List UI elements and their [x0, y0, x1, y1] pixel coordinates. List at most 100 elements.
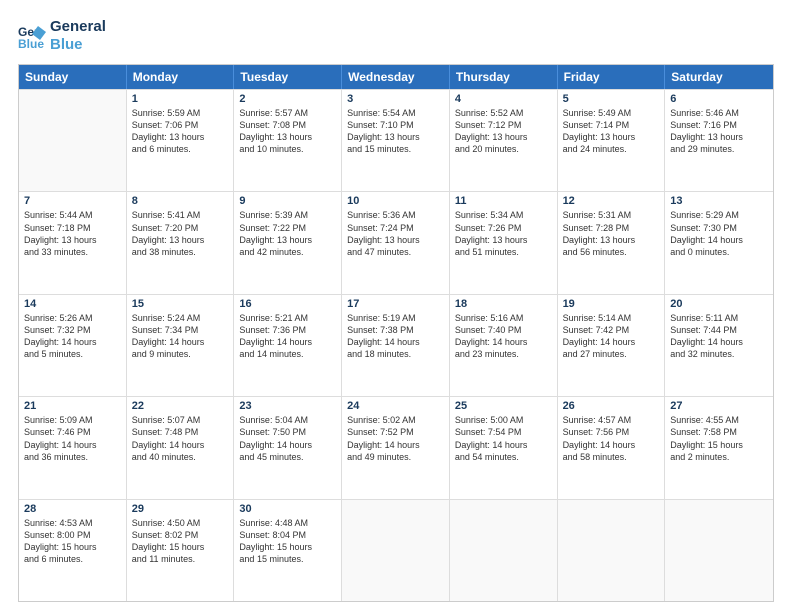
day-number: 27: [670, 400, 768, 412]
cell-info: Sunrise: 5:34 AMSunset: 7:26 PMDaylight:…: [455, 209, 552, 258]
day-number: 21: [24, 400, 121, 412]
weekday-header: Monday: [127, 65, 235, 89]
weekday-header: Saturday: [665, 65, 773, 89]
calendar-cell: 23 Sunrise: 5:04 AMSunset: 7:50 PMDayligh…: [234, 397, 342, 498]
day-number: 18: [455, 298, 552, 310]
cell-info: Sunrise: 5:11 AMSunset: 7:44 PMDaylight:…: [670, 312, 768, 361]
calendar-header: SundayMondayTuesdayWednesdayThursdayFrid…: [19, 65, 773, 89]
calendar-cell: 4 Sunrise: 5:52 AMSunset: 7:12 PMDaylight…: [450, 90, 558, 191]
day-number: 12: [563, 195, 660, 207]
calendar-cell: 21Sunrise: 5:09 AMSunset: 7:46 PMDayligh…: [19, 397, 127, 498]
cell-info: Sunrise: 5:16 AMSunset: 7:40 PMDaylight:…: [455, 312, 552, 361]
day-number: 17: [347, 298, 444, 310]
cell-info: Sunrise: 5:14 AMSunset: 7:42 PMDaylight:…: [563, 312, 660, 361]
cell-info: Sunrise: 5:07 AMSunset: 7:48 PMDaylight:…: [132, 414, 229, 463]
calendar-cell: [558, 500, 666, 601]
calendar-cell: 20 Sunrise: 5:11 AMSunset: 7:44 PMDayligh…: [665, 295, 773, 396]
logo-line2: Blue: [50, 36, 106, 54]
calendar-cell: 8 Sunrise: 5:41 AMSunset: 7:20 PMDaylight…: [127, 192, 235, 293]
cell-info: Sunrise: 5:54 AMSunset: 7:10 PMDaylight:…: [347, 107, 444, 156]
calendar: SundayMondayTuesdayWednesdayThursdayFrid…: [18, 64, 774, 602]
cell-info: Sunrise: 4:57 AMSunset: 7:56 PMDaylight:…: [563, 414, 660, 463]
day-number: 23: [239, 400, 336, 412]
header: Gen Blue General Blue: [18, 18, 774, 54]
cell-info: Sunrise: 5:52 AMSunset: 7:12 PMDaylight:…: [455, 107, 552, 156]
calendar-cell: 7 Sunrise: 5:44 AMSunset: 7:18 PMDaylight…: [19, 192, 127, 293]
day-number: 29: [132, 503, 229, 515]
logo: Gen Blue General Blue: [18, 18, 106, 54]
calendar-cell: 19 Sunrise: 5:14 AMSunset: 7:42 PMDayligh…: [558, 295, 666, 396]
calendar-row: 1Sunrise: 5:59 AMSunset: 7:06 PMDaylight…: [19, 89, 773, 191]
calendar-cell: 15 Sunrise: 5:24 AMSunset: 7:34 PMDayligh…: [127, 295, 235, 396]
calendar-cell: 16Sunrise: 5:21 AMSunset: 7:36 PMDayligh…: [234, 295, 342, 396]
day-number: 7: [24, 195, 121, 207]
logo-line1: General: [50, 18, 106, 36]
day-number: 20: [670, 298, 768, 310]
calendar-cell: 1Sunrise: 5:59 AMSunset: 7:06 PMDaylight…: [127, 90, 235, 191]
cell-info: Sunrise: 5:46 AMSunset: 7:16 PMDaylight:…: [670, 107, 768, 156]
calendar-cell: 13 Sunrise: 5:29 AMSunset: 7:30 PMDayligh…: [665, 192, 773, 293]
calendar-cell: 22 Sunrise: 5:07 AMSunset: 7:48 PMDayligh…: [127, 397, 235, 498]
cell-info: Sunrise: 5:29 AMSunset: 7:30 PMDaylight:…: [670, 209, 768, 258]
calendar-row: 7 Sunrise: 5:44 AMSunset: 7:18 PMDaylight…: [19, 191, 773, 293]
cell-info: Sunrise: 5:59 AMSunset: 7:06 PMDaylight:…: [132, 107, 229, 156]
calendar-cell: 2 Sunrise: 5:57 AMSunset: 7:08 PMDaylight…: [234, 90, 342, 191]
day-number: 24: [347, 400, 444, 412]
weekday-header: Wednesday: [342, 65, 450, 89]
cell-info: Sunrise: 4:48 AMSunset: 8:04 PMDaylight:…: [239, 517, 336, 566]
day-number: 15: [132, 298, 229, 310]
day-number: 5: [563, 93, 660, 105]
calendar-row: 21Sunrise: 5:09 AMSunset: 7:46 PMDayligh…: [19, 396, 773, 498]
day-number: 14: [24, 298, 121, 310]
cell-info: Sunrise: 5:02 AMSunset: 7:52 PMDaylight:…: [347, 414, 444, 463]
calendar-cell: 17 Sunrise: 5:19 AMSunset: 7:38 PMDayligh…: [342, 295, 450, 396]
calendar-cell: [665, 500, 773, 601]
day-number: 6: [670, 93, 768, 105]
day-number: 26: [563, 400, 660, 412]
calendar-cell: 9Sunrise: 5:39 AMSunset: 7:22 PMDaylight…: [234, 192, 342, 293]
day-number: 10: [347, 195, 444, 207]
calendar-cell: 10Sunrise: 5:36 AMSunset: 7:24 PMDayligh…: [342, 192, 450, 293]
day-number: 13: [670, 195, 768, 207]
cell-info: Sunrise: 5:39 AMSunset: 7:22 PMDaylight:…: [239, 209, 336, 258]
cell-info: Sunrise: 5:04 AMSunset: 7:50 PMDaylight:…: [239, 414, 336, 463]
calendar-cell: 11 Sunrise: 5:34 AMSunset: 7:26 PMDayligh…: [450, 192, 558, 293]
day-number: 11: [455, 195, 552, 207]
weekday-header: Friday: [558, 65, 666, 89]
weekday-header: Sunday: [19, 65, 127, 89]
cell-info: Sunrise: 5:31 AMSunset: 7:28 PMDaylight:…: [563, 209, 660, 258]
cell-info: Sunrise: 5:24 AMSunset: 7:34 PMDaylight:…: [132, 312, 229, 361]
calendar-row: 14 Sunrise: 5:26 AMSunset: 7:32 PMDayligh…: [19, 294, 773, 396]
calendar-cell: 3 Sunrise: 5:54 AMSunset: 7:10 PMDaylight…: [342, 90, 450, 191]
cell-info: Sunrise: 5:26 AMSunset: 7:32 PMDaylight:…: [24, 312, 121, 361]
day-number: 25: [455, 400, 552, 412]
cell-info: Sunrise: 4:55 AMSunset: 7:58 PMDaylight:…: [670, 414, 768, 463]
calendar-cell: 18 Sunrise: 5:16 AMSunset: 7:40 PMDayligh…: [450, 295, 558, 396]
day-number: 2: [239, 93, 336, 105]
calendar-cell: 5Sunrise: 5:49 AMSunset: 7:14 PMDaylight…: [558, 90, 666, 191]
day-number: 3: [347, 93, 444, 105]
cell-info: Sunrise: 5:41 AMSunset: 7:20 PMDaylight:…: [132, 209, 229, 258]
day-number: 4: [455, 93, 552, 105]
svg-text:Blue: Blue: [18, 37, 44, 50]
day-number: 19: [563, 298, 660, 310]
calendar-cell: 26 Sunrise: 4:57 AMSunset: 7:56 PMDayligh…: [558, 397, 666, 498]
calendar-cell: 14 Sunrise: 5:26 AMSunset: 7:32 PMDayligh…: [19, 295, 127, 396]
calendar-cell: 12 Sunrise: 5:31 AMSunset: 7:28 PMDayligh…: [558, 192, 666, 293]
calendar-row: 28Sunrise: 4:53 AMSunset: 8:00 PMDayligh…: [19, 499, 773, 601]
calendar-cell: 30Sunrise: 4:48 AMSunset: 8:04 PMDayligh…: [234, 500, 342, 601]
cell-info: Sunrise: 5:19 AMSunset: 7:38 PMDaylight:…: [347, 312, 444, 361]
calendar-cell: 6 Sunrise: 5:46 AMSunset: 7:16 PMDaylight…: [665, 90, 773, 191]
weekday-header: Tuesday: [234, 65, 342, 89]
day-number: 8: [132, 195, 229, 207]
cell-info: Sunrise: 5:44 AMSunset: 7:18 PMDaylight:…: [24, 209, 121, 258]
cell-info: Sunrise: 5:57 AMSunset: 7:08 PMDaylight:…: [239, 107, 336, 156]
logo-icon: Gen Blue: [18, 22, 46, 50]
calendar-cell: 29 Sunrise: 4:50 AMSunset: 8:02 PMDayligh…: [127, 500, 235, 601]
day-number: 16: [239, 298, 336, 310]
cell-info: Sunrise: 4:50 AMSunset: 8:02 PMDaylight:…: [132, 517, 229, 566]
day-number: 22: [132, 400, 229, 412]
calendar-body: 1Sunrise: 5:59 AMSunset: 7:06 PMDaylight…: [19, 89, 773, 601]
calendar-cell: 24 Sunrise: 5:02 AMSunset: 7:52 PMDayligh…: [342, 397, 450, 498]
cell-info: Sunrise: 5:00 AMSunset: 7:54 PMDaylight:…: [455, 414, 552, 463]
